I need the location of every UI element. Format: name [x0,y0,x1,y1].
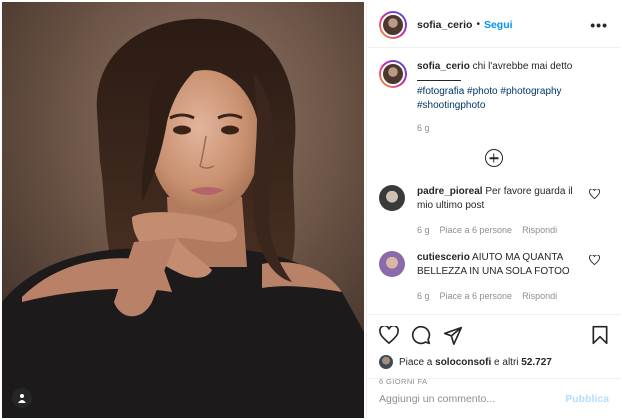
avatar[interactable] [379,185,405,211]
post-photo[interactable] [2,2,364,418]
action-icons [379,323,609,347]
heart-icon[interactable] [589,255,600,265]
comment-item: padre_pioreal Per favore guarda il mio u… [367,185,620,237]
comment-text-block: cutiescerio AIUTO MA QUANTA BELLEZZA IN … [417,251,587,303]
caption-text-block: sofia_cerio chi l'avrebbe mai detto #fot… [417,60,608,135]
comment-username[interactable]: cutiescerio [417,252,470,263]
instagram-post: sofia_cerio • Segui ••• sofia_cerio chi … [0,0,622,420]
comment-likes[interactable]: Piace a 6 persone [440,289,513,303]
separator-dot: • [476,19,480,30]
share-icon[interactable] [443,326,463,345]
caption-avatar[interactable] [379,60,407,88]
username-link[interactable]: sofia_cerio [417,19,472,31]
reply-button[interactable]: Rispondi [522,223,557,237]
comment-meta: 6 g Piace a 6 persone Rispondi [417,223,587,237]
likes-middle: e altri [494,356,519,368]
publish-button[interactable]: Pubblica [565,393,609,405]
add-comment-bar: Aggiungi un commento... Pubblica [367,378,621,418]
avatar[interactable] [379,355,393,369]
likes-user-link[interactable]: soloconsofi [435,357,491,368]
comment-time[interactable]: 6 g [417,223,430,237]
reply-button[interactable]: Rispondi [522,289,557,303]
post-header: sofia_cerio • Segui ••• [367,2,620,48]
comment-text-block: padre_pioreal Per favore guarda il mio u… [417,185,587,237]
likes-count[interactable]: 52.727 [521,357,552,368]
caption-time[interactable]: 6 g [417,121,608,135]
tag-user-icon[interactable] [12,388,32,408]
avatar[interactable] [379,10,407,39]
likes-summary: Piace a soloconsofi e altri 52.727 [379,355,609,369]
heart-icon[interactable] [589,189,600,199]
caption-hashtags[interactable]: #fotografia #photo #photography #shootin… [417,86,562,111]
comment-likes[interactable]: Piace a 6 persone [440,223,513,237]
comment-item: cutiescerio AIUTO MA QUANTA BELLEZZA IN … [367,251,620,303]
heart-icon[interactable] [379,326,399,344]
post-panel: sofia_cerio • Segui ••• sofia_cerio chi … [366,2,621,418]
avatar[interactable] [379,251,405,277]
more-options-icon[interactable]: ••• [590,17,608,33]
comment-username[interactable]: padre_pioreal [417,186,483,197]
follow-button[interactable]: Segui [484,19,513,31]
caption-text: chi l'avrebbe mai detto [472,61,573,72]
bookmark-icon[interactable] [591,325,609,345]
caption-username[interactable]: sofia_cerio [417,61,470,72]
plus-circle-icon[interactable] [484,149,503,167]
comment-time[interactable]: 6 g [417,289,430,303]
portrait-image [2,2,364,418]
caption: sofia_cerio chi l'avrebbe mai detto #fot… [367,48,620,135]
comment-input[interactable]: Aggiungi un commento... [379,393,495,405]
comment-icon[interactable] [411,325,431,345]
comment-meta: 6 g Piace a 6 persone Rispondi [417,289,587,303]
load-more-comments[interactable] [367,149,620,167]
likes-prefix: Piace a [399,356,433,368]
action-bar: Piace a soloconsofi e altri 52.727 6 GIO… [367,314,621,386]
caption-divider [417,80,461,81]
